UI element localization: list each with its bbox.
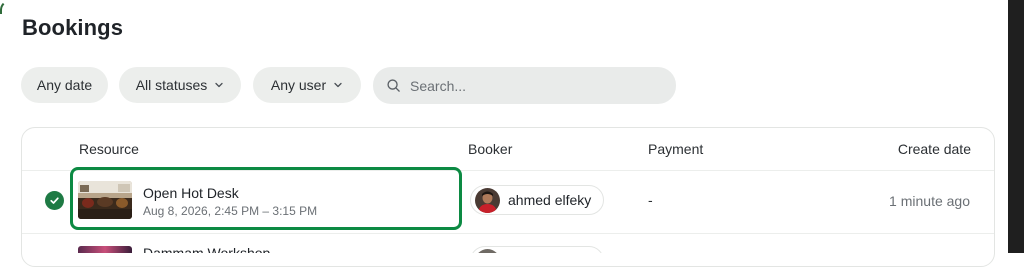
status-filter-dropdown[interactable]: All statuses — [119, 67, 241, 103]
user-filter-dropdown[interactable]: Any user — [253, 67, 361, 103]
booking-time: Aug 8, 2026, 2:45 PM – 3:15 PM — [143, 204, 318, 218]
booker-name: ahmed elfeky — [508, 192, 592, 208]
user-filter-label: Any user — [270, 77, 327, 93]
column-header-create-date[interactable]: Create date — [898, 141, 971, 157]
search-box[interactable] — [373, 67, 676, 104]
resource-name[interactable]: Open Hot Desk — [143, 185, 239, 201]
table-row[interactable]: Dammam Workshop — [0, 232, 1008, 253]
search-icon — [387, 79, 400, 92]
status-filter-label: All statuses — [135, 77, 208, 93]
column-header-resource[interactable]: Resource — [79, 141, 139, 157]
chevron-down-icon — [334, 82, 342, 88]
payment-value: - — [648, 192, 653, 208]
column-header-payment[interactable]: Payment — [648, 141, 703, 157]
search-input[interactable] — [410, 77, 650, 94]
chevron-down-icon — [215, 82, 223, 88]
create-date-value: 1 minute ago — [889, 193, 970, 209]
check-circle-icon — [45, 191, 64, 210]
page-title: Bookings — [22, 15, 124, 40]
window-edge — [1008, 0, 1024, 253]
column-header-booker[interactable]: Booker — [468, 141, 512, 157]
resource-name[interactable]: Dammam Workshop — [143, 245, 270, 253]
window-corner — [0, 0, 14, 14]
date-filter-button[interactable]: Any date — [21, 67, 108, 103]
resource-thumbnail — [78, 181, 132, 219]
resource-thumbnail — [78, 246, 132, 253]
avatar — [475, 188, 500, 213]
date-filter-label: Any date — [36, 77, 93, 93]
